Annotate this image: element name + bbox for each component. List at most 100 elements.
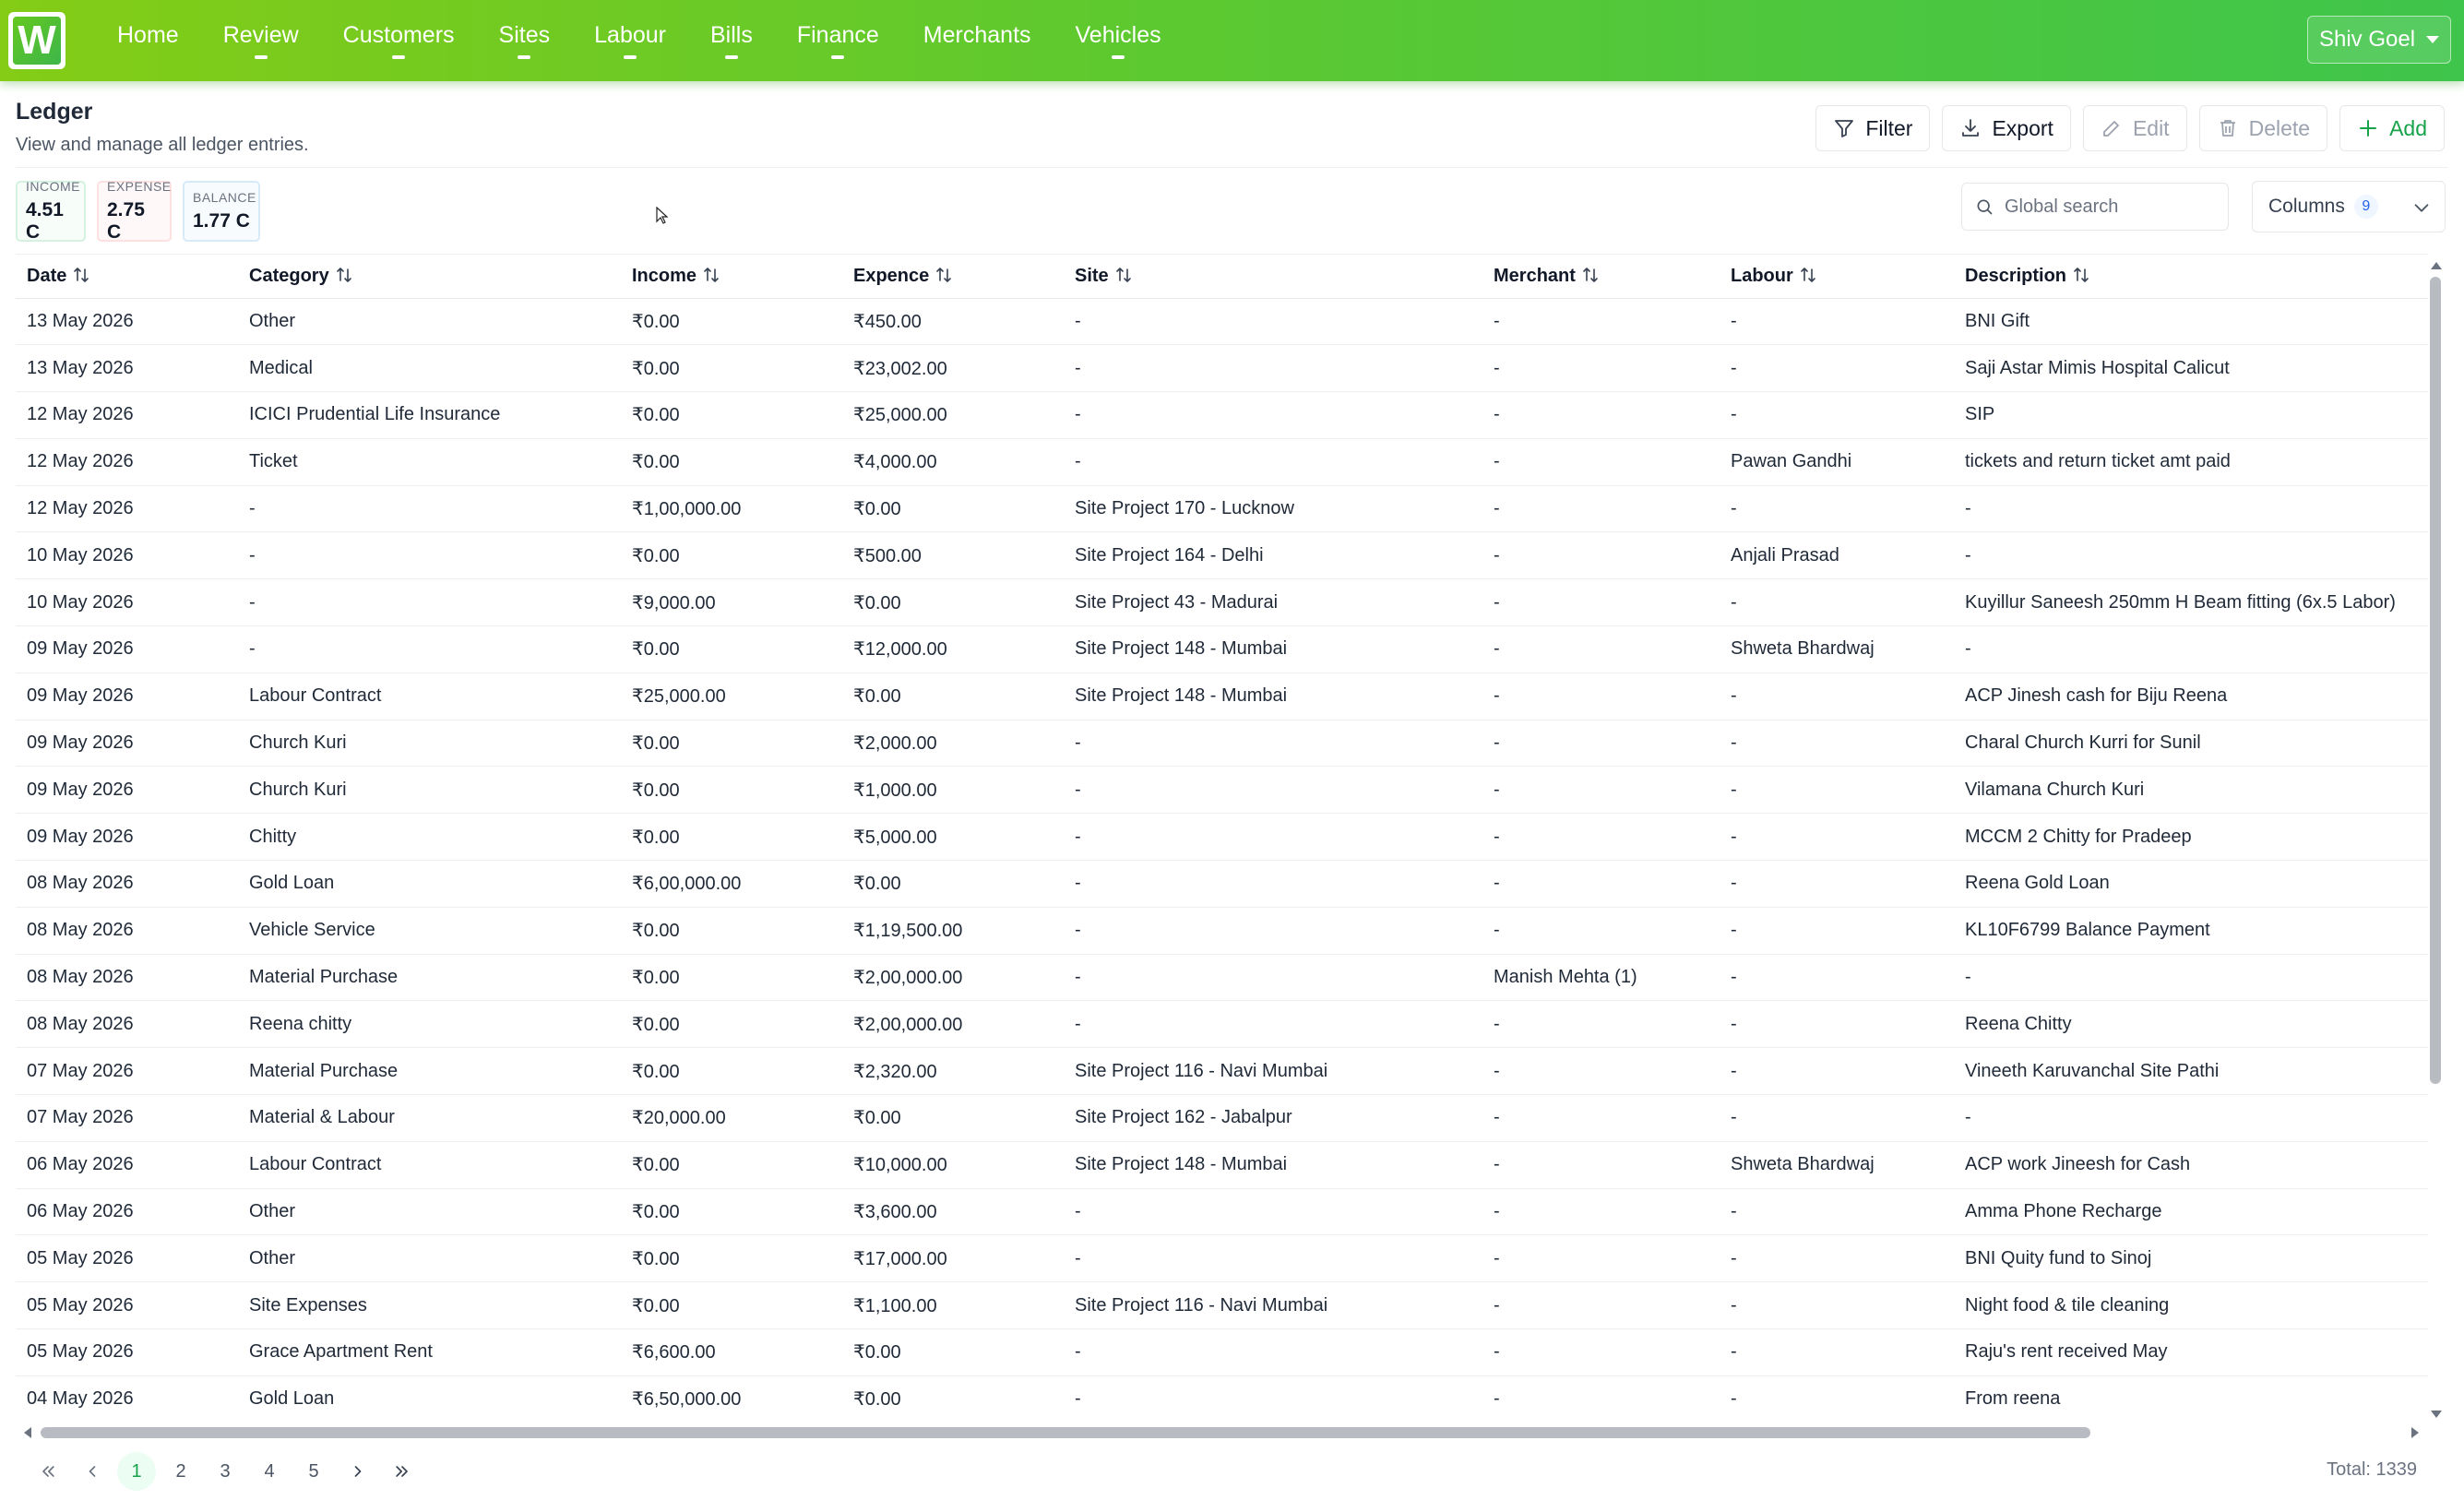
- table-cell-income: ₹0.00: [621, 625, 842, 673]
- column-header-income[interactable]: Income: [621, 255, 842, 299]
- horizontal-scroll-thumb[interactable]: [41, 1427, 2090, 1438]
- next-page-button[interactable]: [339, 1452, 377, 1491]
- table-row[interactable]: 10 May 2026- ₹9,000.00 ₹0.00 Site Project 4…: [16, 578, 2428, 627]
- last-page-button[interactable]: [383, 1452, 422, 1491]
- table-row[interactable]: 06 May 2026 Labour Contract ₹0.00 ₹10,000.0…: [16, 1141, 2428, 1189]
- page-button-4[interactable]: 4: [250, 1452, 289, 1491]
- table-cell-site: Site Project 116 - Navi Mumbai: [1064, 1281, 1482, 1330]
- sort-icon[interactable]: [702, 266, 720, 284]
- table-cell-merchant: -: [1482, 766, 1720, 815]
- column-header-merchant[interactable]: Merchant: [1482, 255, 1720, 299]
- stats-row: INCOME 4.51 C EXPENSE 2.75 C BALANCE 1.7…: [16, 179, 260, 243]
- table-cell-expence: ₹2,00,000.00: [842, 954, 1064, 1002]
- nav-item-home[interactable]: Home: [117, 0, 201, 70]
- table-row[interactable]: 13 May 2026 Other ₹0.00 ₹450.00- - - BNI Gift: [16, 298, 2428, 346]
- table-cell-description: -: [1954, 1094, 2428, 1142]
- table-row[interactable]: 05 May 2026 Site Expenses ₹0.00 ₹1,100.00 Si…: [16, 1281, 2428, 1330]
- scroll-up-icon[interactable]: [2431, 262, 2442, 269]
- nav-item-review[interactable]: Review: [201, 0, 321, 70]
- nav-item-finance[interactable]: Finance: [775, 0, 901, 70]
- table-row[interactable]: 05 May 2026 Grace Apartment Rent ₹6,600.00…: [16, 1328, 2428, 1376]
- table-cell-labour: -: [1720, 954, 1954, 1002]
- sort-icon[interactable]: [1799, 266, 1817, 284]
- edit-button[interactable]: Edit: [2082, 105, 2187, 151]
- table-cell-expence: ₹0.00: [842, 860, 1064, 908]
- table-cell-labour: Anjali Prasad: [1720, 531, 1954, 580]
- app-logo[interactable]: W: [8, 12, 65, 69]
- table-row[interactable]: 07 May 2026 Material Purchase ₹0.00 ₹2,320.…: [16, 1047, 2428, 1096]
- column-header-site[interactable]: Site: [1064, 255, 1482, 299]
- table-row[interactable]: 12 May 2026- ₹1,00,000.00 ₹0.00 Site Projec…: [16, 485, 2428, 533]
- nav-item-labour[interactable]: Labour: [572, 0, 688, 70]
- table-row[interactable]: 09 May 2026 Chitty ₹0.00 ₹5,000.00- - - MCCM 2…: [16, 813, 2428, 862]
- add-button[interactable]: Add: [2339, 105, 2445, 151]
- table-cell-labour: -: [1720, 1047, 1954, 1096]
- column-header-expence[interactable]: Expence: [842, 255, 1064, 299]
- columns-dropdown[interactable]: Columns 9: [2252, 181, 2446, 232]
- nav-item-customers[interactable]: Customers: [321, 0, 477, 70]
- columns-label: Columns: [2268, 196, 2345, 217]
- table-cell-site: Site Project 170 - Lucknow: [1064, 485, 1482, 533]
- table-row[interactable]: 09 May 2026 Labour Contract ₹25,000.00 ₹0.0…: [16, 673, 2428, 720]
- prev-page-button[interactable]: [73, 1452, 112, 1491]
- sort-icon[interactable]: [335, 266, 353, 284]
- table-cell-income: ₹0.00: [621, 813, 842, 862]
- page-button-3[interactable]: 3: [206, 1452, 244, 1491]
- page-button-1[interactable]: 1: [117, 1452, 156, 1491]
- table-row[interactable]: 06 May 2026 Other ₹0.00 ₹3,600.00- - - Amma Ph…: [16, 1188, 2428, 1236]
- table-row[interactable]: 09 May 2026 Church Kuri ₹0.00 ₹1,000.00- - - V…: [16, 766, 2428, 815]
- table-row[interactable]: 12 May 2026 Ticket ₹0.00 ₹4,000.00- - Pawan G…: [16, 438, 2428, 486]
- table-cell-merchant: -: [1482, 1047, 1720, 1096]
- sort-icon[interactable]: [2072, 266, 2090, 284]
- table-row[interactable]: 09 May 2026- ₹0.00 ₹12,000.00 Site Project …: [16, 625, 2428, 673]
- table-row[interactable]: 13 May 2026 Medical ₹0.00 ₹23,002.00- - - Saji…: [16, 344, 2428, 393]
- pencil-icon: [2103, 121, 2119, 137]
- horizontal-scrollbar[interactable]: [22, 1424, 2421, 1441]
- scroll-left-icon[interactable]: [24, 1427, 31, 1438]
- sort-icon[interactable]: [72, 266, 90, 284]
- column-header-labour[interactable]: Labour: [1720, 255, 1954, 299]
- table-row[interactable]: 10 May 2026- ₹0.00 ₹500.00 Site Project 164…: [16, 531, 2428, 580]
- scroll-down-icon[interactable]: [2431, 1411, 2442, 1418]
- table-cell-labour: -: [1720, 391, 1954, 439]
- table-row[interactable]: 08 May 2026 Vehicle Service ₹0.00 ₹1,19,500…: [16, 907, 2428, 955]
- table-cell-date: 08 May 2026: [16, 907, 238, 955]
- table-cell-date: 10 May 2026: [16, 578, 238, 627]
- table-cell-labour: -: [1720, 298, 1954, 346]
- first-page-button[interactable]: [29, 1452, 67, 1491]
- nav-item-sites[interactable]: Sites: [477, 0, 573, 70]
- sort-icon[interactable]: [1114, 266, 1133, 284]
- search-input[interactable]: [2005, 196, 2208, 218]
- table-row[interactable]: 04 May 2026 Gold Loan ₹6,50,000.00 ₹0.00- - -…: [16, 1375, 2428, 1413]
- table-row[interactable]: 08 May 2026 Gold Loan ₹6,00,000.00 ₹0.00- - -…: [16, 860, 2428, 908]
- filter-button[interactable]: Filter: [1815, 105, 1931, 151]
- nav-item-bills[interactable]: Bills: [688, 0, 775, 70]
- table-cell-income: ₹0.00: [621, 1281, 842, 1330]
- sort-icon[interactable]: [1581, 266, 1600, 284]
- column-header-category[interactable]: Category: [238, 255, 621, 299]
- scroll-right-icon[interactable]: [2411, 1427, 2419, 1438]
- page-button-2[interactable]: 2: [161, 1452, 200, 1491]
- global-search[interactable]: [1961, 183, 2229, 231]
- column-header-description[interactable]: Description: [1954, 255, 2428, 299]
- vertical-scrollbar[interactable]: [2427, 260, 2444, 1418]
- vertical-scroll-thumb[interactable]: [2430, 277, 2441, 1084]
- table-row[interactable]: 07 May 2026 Material & Labour ₹20,000.00 ₹0…: [16, 1094, 2428, 1142]
- table-cell-expence: ₹3,600.00: [842, 1188, 1064, 1236]
- table-row[interactable]: 05 May 2026 Other ₹0.00 ₹17,000.00- - - BNI Qu…: [16, 1234, 2428, 1283]
- table-row[interactable]: 08 May 2026 Material Purchase ₹0.00 ₹2,00,0…: [16, 954, 2428, 1002]
- table-cell-income: ₹0.00: [621, 907, 842, 955]
- table-row[interactable]: 12 May 2026 ICICI Prudential Life Insuran…: [16, 391, 2428, 439]
- table-cell-date: 05 May 2026: [16, 1234, 238, 1283]
- nav-item-vehicles[interactable]: Vehicles: [1053, 0, 1184, 70]
- table-row[interactable]: 08 May 2026 Reena chitty ₹0.00 ₹2,00,000.00…: [16, 1000, 2428, 1049]
- table-cell-description: Saji Astar Mimis Hospital Calicut: [1954, 344, 2428, 393]
- page-button-5[interactable]: 5: [294, 1452, 333, 1491]
- sort-icon[interactable]: [934, 266, 953, 284]
- column-header-date[interactable]: Date: [16, 255, 238, 299]
- delete-button[interactable]: Delete: [2198, 105, 2328, 151]
- user-menu-button[interactable]: Shiv Goel: [2307, 16, 2451, 64]
- export-button[interactable]: Export: [1942, 105, 2071, 151]
- nav-item-merchants[interactable]: Merchants: [901, 0, 1053, 70]
- table-row[interactable]: 09 May 2026 Church Kuri ₹0.00 ₹2,000.00- - - C…: [16, 720, 2428, 768]
